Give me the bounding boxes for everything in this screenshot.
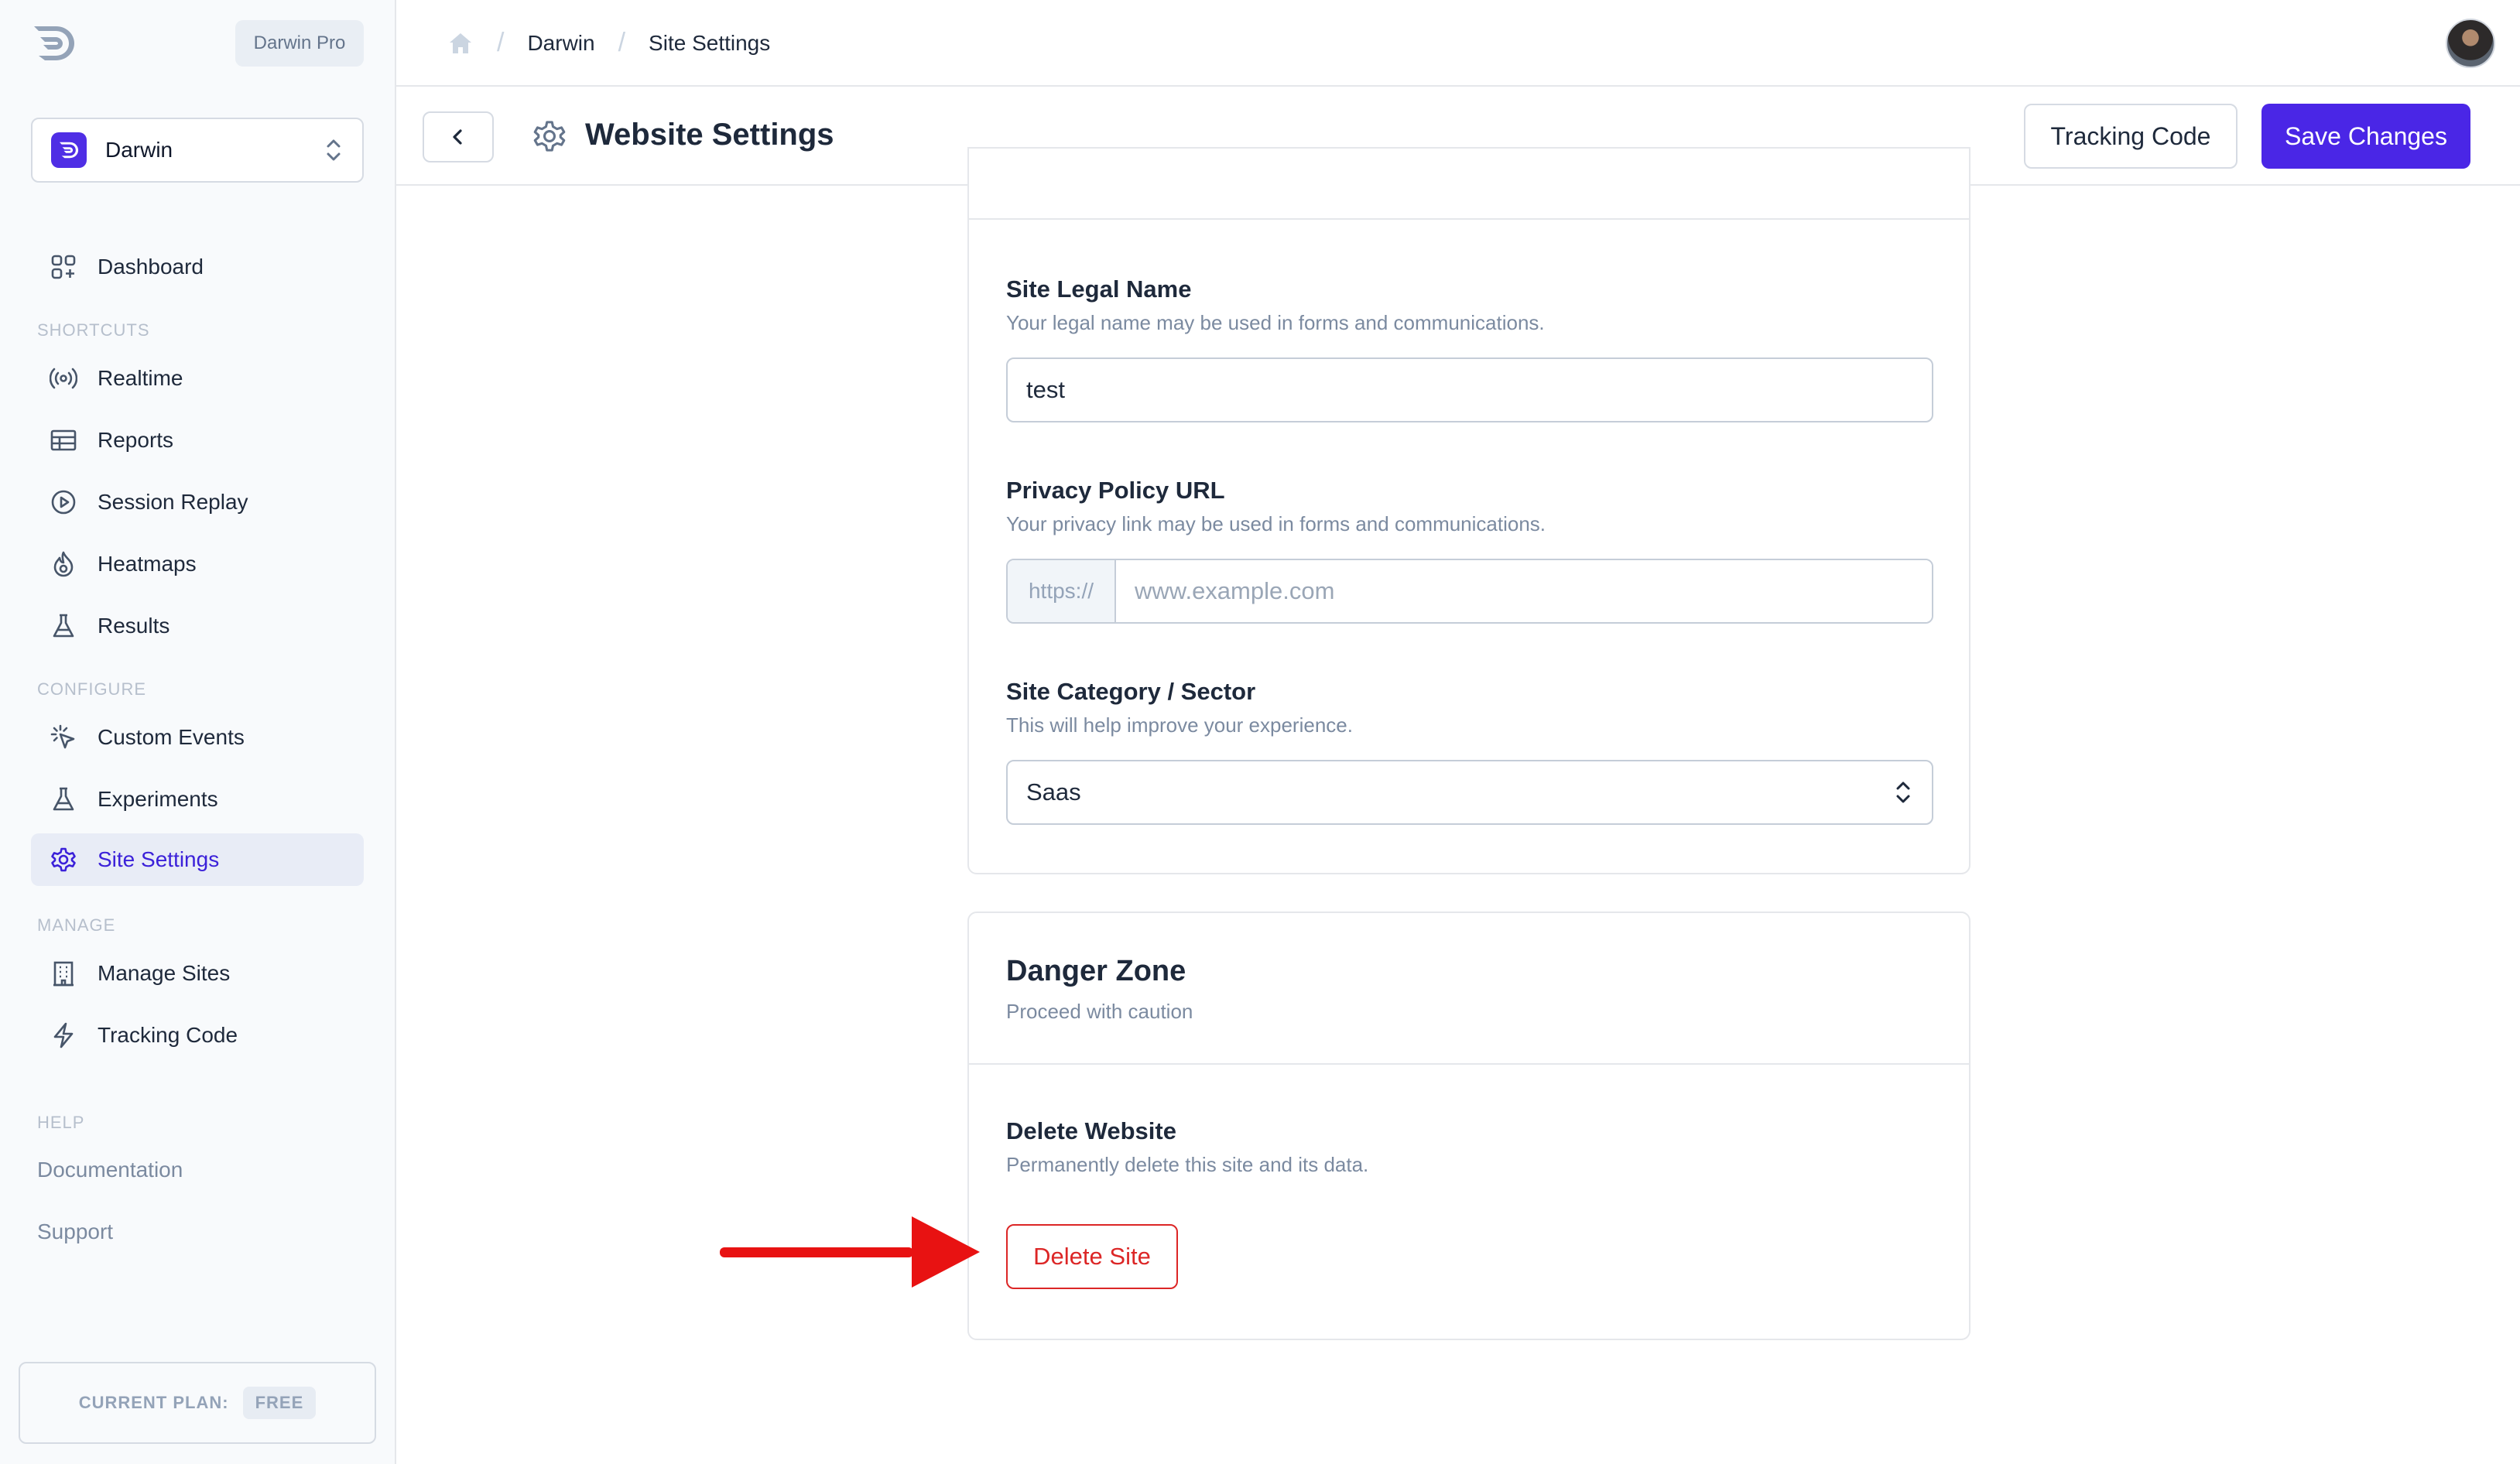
privacy-url-field: https:// <box>1006 559 1933 624</box>
sidebar-item-reports[interactable]: Reports <box>31 414 364 467</box>
flame-icon <box>50 550 77 578</box>
sidebar-item-tracking-code[interactable]: Tracking Code <box>31 1009 364 1062</box>
bolt-icon <box>50 1021 77 1049</box>
section-label-shortcuts: SHORTCUTS <box>37 320 150 340</box>
building-icon <box>50 959 77 987</box>
section-label-help: HELP <box>37 1113 85 1132</box>
breadcrumb-separator: / <box>618 28 626 57</box>
current-plan-box[interactable]: CURRENT PLAN: FREE <box>19 1362 376 1444</box>
sidebar-item-dashboard[interactable]: Dashboard <box>31 241 364 293</box>
back-button[interactable] <box>423 111 494 162</box>
category-label: Site Category / Sector <box>1006 678 1256 705</box>
sidebar-item-label: Manage Sites <box>98 961 231 985</box>
breadcrumb-darwin[interactable]: Darwin <box>527 31 594 56</box>
sidebar-item-label: Results <box>98 614 170 638</box>
delete-website-help: Permanently delete this site and its dat… <box>1006 1153 1369 1176</box>
divider <box>969 1063 1969 1065</box>
sidebar-item-label: Custom Events <box>98 725 245 749</box>
annotation-arrow-icon <box>720 1216 980 1288</box>
sidebar-header: Darwin Pro <box>0 0 395 87</box>
sidebar-item-results[interactable]: Results <box>31 600 364 652</box>
sidebar-item-label: Session Replay <box>98 490 248 514</box>
sidebar-item-label: Site Settings <box>98 847 220 871</box>
sidebar-item-label: Experiments <box>98 787 218 811</box>
sidebar-item-site-settings[interactable]: Site Settings <box>31 833 364 886</box>
tracking-code-button[interactable]: Tracking Code <box>2024 104 2238 169</box>
grid-plus-icon <box>50 253 77 281</box>
delete-website-label: Delete Website <box>1006 1117 1176 1144</box>
current-plan-label: CURRENT PLAN: <box>78 1393 229 1412</box>
danger-zone-subtitle: Proceed with caution <box>1006 1000 1193 1023</box>
divider <box>969 218 1969 220</box>
privacy-url-label: Privacy Policy URL <box>1006 477 1225 504</box>
flask-icon <box>50 785 77 813</box>
plan-pill[interactable]: Darwin Pro <box>235 20 364 67</box>
chevron-left-icon <box>453 129 462 145</box>
delete-site-button[interactable]: Delete Site <box>1006 1224 1178 1289</box>
plan-badge: FREE <box>242 1387 317 1419</box>
sidebar-item-label: Tracking Code <box>98 1023 238 1047</box>
sidebar-item-label: Realtime <box>98 366 183 390</box>
breadcrumb-site-settings[interactable]: Site Settings <box>649 31 770 56</box>
sidebar-item-session-replay[interactable]: Session Replay <box>31 476 364 528</box>
chevron-updown-icon <box>327 139 341 161</box>
sidebar-item-custom-events[interactable]: Custom Events <box>31 711 364 764</box>
page-title: Website Settings <box>585 118 834 152</box>
support-link[interactable]: Support <box>37 1219 113 1244</box>
sidebar-item-label: Dashboard <box>98 255 204 279</box>
sidebar: Darwin Pro Darwin Dashboard SHORTCUTS Re… <box>0 0 396 1464</box>
darwin-logo-icon[interactable] <box>29 22 79 65</box>
sidebar-item-manage-sites[interactable]: Manage Sites <box>31 947 364 1000</box>
breadcrumb-separator: / <box>497 28 505 57</box>
category-help: This will help improve your experience. <box>1006 713 1353 737</box>
documentation-link[interactable]: Documentation <box>37 1158 183 1182</box>
gear-icon <box>533 121 566 152</box>
category-select-value: Saas <box>1026 778 1081 806</box>
privacy-url-input[interactable] <box>1116 560 1932 622</box>
danger-zone-title: Danger Zone <box>1006 955 1186 987</box>
breadcrumb: / Darwin / Site Settings <box>447 28 770 58</box>
danger-zone-card: Danger Zone Proceed with caution Delete … <box>967 912 1970 1340</box>
sidebar-item-heatmaps[interactable]: Heatmaps <box>31 538 364 590</box>
site-selector-label: Darwin <box>105 138 173 162</box>
legal-name-help: Your legal name may be used in forms and… <box>1006 311 1545 334</box>
save-changes-button[interactable]: Save Changes <box>2261 104 2470 169</box>
legal-name-label: Site Legal Name <box>1006 275 1192 303</box>
privacy-url-help: Your privacy link may be used in forms a… <box>1006 512 1546 535</box>
top-header: / Darwin / Site Settings <box>396 0 2520 87</box>
sidebar-item-experiments[interactable]: Experiments <box>31 773 364 826</box>
chevron-updown-icon <box>1896 782 1910 803</box>
category-select[interactable]: Saas <box>1006 760 1933 825</box>
table-icon <box>50 426 77 454</box>
gear-icon <box>50 846 77 874</box>
flask-icon <box>50 612 77 640</box>
legal-name-input[interactable] <box>1006 357 1933 422</box>
home-icon[interactable] <box>447 31 474 56</box>
cursor-click-icon <box>50 723 77 751</box>
section-label-manage: MANAGE <box>37 915 116 935</box>
site-selector[interactable]: Darwin <box>31 118 364 183</box>
broadcast-icon <box>50 364 77 392</box>
site-logo-icon <box>51 132 87 168</box>
sidebar-item-label: Heatmaps <box>98 552 197 576</box>
sidebar-item-realtime[interactable]: Realtime <box>31 352 364 405</box>
site-settings-card: Site Legal Name Your legal name may be u… <box>967 147 1970 874</box>
sidebar-item-label: Reports <box>98 428 174 452</box>
section-label-configure: CONFIGURE <box>37 679 146 699</box>
play-circle-icon <box>50 488 77 516</box>
avatar[interactable] <box>2446 19 2495 68</box>
url-prefix: https:// <box>1008 560 1116 622</box>
